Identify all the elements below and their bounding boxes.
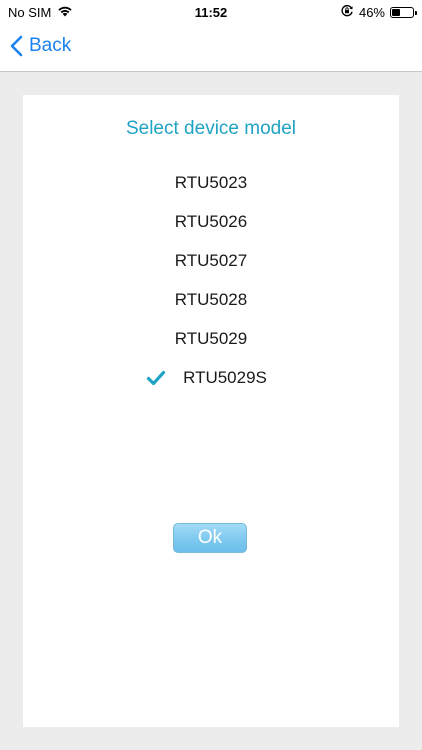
- model-option[interactable]: RTU5029: [23, 326, 399, 365]
- status-bar: No SIM 11:52 46%: [0, 0, 422, 24]
- dialog-title: Select device model: [125, 118, 297, 139]
- chevron-left-icon: [10, 35, 23, 57]
- model-option[interactable]: RTU5026: [23, 209, 399, 248]
- battery-tip: [415, 11, 417, 15]
- battery-percent: 46%: [358, 5, 385, 20]
- checkmark-icon: [146, 370, 166, 386]
- orientation-lock-icon: [340, 4, 354, 21]
- select-model-dialog: Select device model RTU5023 RTU5026 RTU502…: [23, 95, 399, 727]
- model-label: RTU5026: [174, 212, 248, 231]
- battery-level: [392, 9, 401, 16]
- model-label: RTU5029: [174, 329, 248, 348]
- model-option[interactable]: RTU5027: [23, 248, 399, 287]
- model-list: RTU5023 RTU5026 RTU5027 RTU5028 RTU5029 RTU50…: [23, 170, 399, 404]
- model-option[interactable]: RTU5023: [23, 170, 399, 209]
- model-label: RTU5023: [174, 173, 248, 192]
- back-label: Back: [29, 35, 72, 56]
- ok-button[interactable]: Ok: [173, 523, 247, 553]
- model-label: RTU5028: [174, 290, 248, 309]
- model-label: RTU5027: [174, 251, 248, 270]
- model-option[interactable]: RTU5028: [23, 287, 399, 326]
- model-label: RTU5029S: [183, 368, 267, 387]
- navigation-bar: Back: [0, 24, 422, 72]
- back-button[interactable]: Back: [10, 35, 71, 57]
- battery-icon: [390, 7, 417, 18]
- status-right: 46%: [340, 4, 417, 21]
- model-option-selected[interactable]: RTU5029S: [23, 365, 399, 404]
